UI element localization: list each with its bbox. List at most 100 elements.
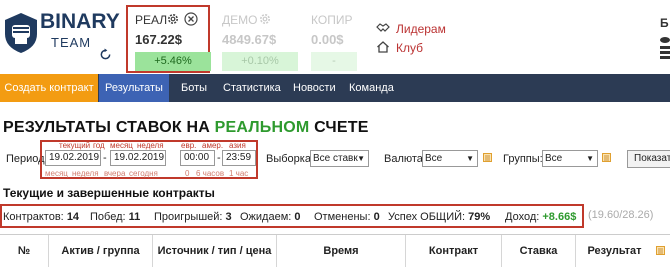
gear-icon[interactable] (258, 12, 272, 26)
account-real-balance: 167.22$ (135, 32, 182, 47)
nav-bots[interactable]: Боты (181, 74, 207, 102)
stat-success-value: 79% (468, 211, 491, 223)
stat-wins: Побед: 11 (90, 211, 140, 223)
account-copy-balance: 0.00$ (311, 32, 344, 47)
stat-income-breakdown: (19.60/28.26) (588, 209, 654, 221)
stat-income: Доход: +8.66$ (505, 211, 576, 223)
account-real-change: +5.46% (135, 52, 211, 71)
shortcut-prev-month[interactable]: месяц (45, 169, 68, 178)
col-result[interactable]: Результат (575, 235, 653, 267)
stat-pending-value: 0 (294, 211, 301, 223)
chevron-down-icon: ▼ (586, 154, 594, 163)
col-number[interactable]: № (0, 235, 48, 267)
nav-results[interactable]: Результаты (99, 74, 169, 102)
currency-select[interactable]: Все ▼ (422, 150, 478, 167)
account-demo-name: ДЕМО (222, 13, 258, 27)
show-button[interactable]: Показат (627, 150, 670, 168)
col-asset[interactable]: Актив / группа (48, 235, 152, 267)
close-icon[interactable] (184, 12, 198, 26)
shortcut-month[interactable]: месяц (110, 141, 133, 150)
stats-summary: Контрактов: 14 Побед: 11 Проигрышей: 3 О… (0, 204, 584, 228)
gear-icon[interactable] (166, 12, 180, 26)
contracts-table-header: № Актив / группа Источник / тип / цена В… (0, 234, 670, 267)
fist-logo-icon (5, 13, 37, 53)
shortcut-yesterday[interactable]: вчера (104, 169, 125, 178)
account-copy-change: - (311, 52, 357, 71)
shortcut-week[interactable]: неделя (137, 141, 164, 150)
chevron-down-icon: ▼ (357, 154, 365, 163)
account-real[interactable]: РЕАЛ 167.22$ +5.46% (126, 5, 211, 73)
stat-cancelled: Отменены: 0 (314, 211, 380, 223)
page-title-real: РЕАЛЬНОМ (214, 119, 310, 136)
chevron-down-icon: ▼ (466, 154, 474, 163)
period-label: Период (6, 153, 45, 165)
header-right-text: Б (660, 16, 669, 30)
time-shortcut-1h[interactable]: 1 час (229, 169, 248, 178)
stat-cancelled-label: Отменены: (314, 211, 371, 223)
shortcut-prev-week[interactable]: неделя (72, 169, 99, 178)
currency-label: Валюта: (384, 153, 426, 165)
time-shortcut-zero[interactable]: 0 (185, 169, 189, 178)
header: BINARY TEAM РЕАЛ 167.22$ +5.46% ДЕМО 484… (0, 0, 670, 74)
nav-team[interactable]: Команда (349, 74, 394, 102)
currency-select-value: Все (425, 153, 443, 164)
stat-losses-value: 3 (225, 211, 232, 223)
account-demo-change: +0.10% (222, 52, 298, 71)
list-icon[interactable] (483, 153, 492, 162)
date-separator: - (103, 152, 107, 164)
leaders-link[interactable]: Лидерам (396, 22, 446, 36)
shortcut-year[interactable]: год (93, 141, 105, 150)
col-source[interactable]: Источник / тип / цена (152, 235, 276, 267)
groups-select-value: Все (545, 153, 563, 164)
sample-select-value: Все ставк (313, 153, 358, 164)
session-eur[interactable]: евр. (181, 141, 196, 150)
shortcut-current[interactable]: текущий (59, 141, 90, 150)
time-from-input[interactable]: 00:00 (180, 150, 215, 166)
stat-losses-label: Проигрышей: (154, 211, 223, 223)
col-contract[interactable]: Контракт (405, 235, 501, 267)
stat-income-value: +8.66$ (542, 211, 577, 223)
section-title: Текущие и завершенные контракты (3, 186, 215, 200)
home-icon[interactable] (376, 40, 390, 54)
page-title-part1: РЕЗУЛЬТАТЫ СТАВОК НА (3, 119, 215, 136)
account-copy-name: КОПИР (311, 13, 353, 27)
stat-success: Успех ОБЩИЙ: 79% (388, 211, 490, 223)
nav-create-contract[interactable]: Создать контракт (0, 74, 98, 102)
nav-news[interactable]: Новости (293, 74, 336, 102)
stack-icon (660, 37, 670, 59)
shortcut-today[interactable]: сегодня (129, 169, 158, 178)
club-link[interactable]: Клуб (396, 41, 423, 55)
list-icon[interactable] (602, 153, 611, 162)
stat-losses: Проигрышей: 3 (154, 211, 232, 223)
handshake-icon[interactable] (376, 21, 390, 35)
session-asia[interactable]: азия (229, 141, 246, 150)
stat-success-label: Успех ОБЩИЙ: (388, 211, 466, 223)
date-from-input[interactable]: 19.02.2019 (45, 150, 101, 166)
stat-contracts-label: Контрактов: (3, 211, 64, 223)
account-real-name: РЕАЛ (135, 13, 168, 27)
stat-contracts: Контрактов: 14 (3, 211, 79, 223)
stat-income-label: Доход: (505, 211, 540, 223)
stat-cancelled-value: 0 (373, 211, 380, 223)
page-title: РЕЗУЛЬТАТЫ СТАВОК НА РЕАЛЬНОМ СЧЕТЕ (3, 119, 369, 137)
refresh-icon[interactable] (99, 48, 112, 61)
stat-wins-label: Побед: (90, 211, 126, 223)
time-to-input[interactable]: 23:59 (222, 150, 256, 166)
logo-text-binary: BINARY (40, 10, 120, 33)
time-separator: - (217, 152, 221, 164)
account-demo-balance: 4849.67$ (222, 32, 277, 47)
main-nav: Создать контракт Результаты Боты Статист… (0, 74, 670, 102)
export-icon[interactable] (656, 246, 665, 255)
col-time[interactable]: Время (276, 235, 405, 267)
sample-label: Выборка: (266, 153, 315, 165)
groups-select[interactable]: Все ▼ (542, 150, 598, 167)
nav-statistics[interactable]: Статистика (223, 74, 281, 102)
date-to-input[interactable]: 19.02.2019 (110, 150, 166, 166)
sample-select[interactable]: Все ставк ▼ (310, 150, 369, 167)
time-shortcut-6h[interactable]: 6 часов (196, 169, 224, 178)
session-amer[interactable]: амер. (202, 141, 223, 150)
logo-text-team: TEAM (51, 35, 92, 50)
stat-pending: Ожидаем: 0 (240, 211, 301, 223)
stat-wins-value: 11 (128, 211, 141, 223)
col-stake[interactable]: Ставка (501, 235, 575, 267)
